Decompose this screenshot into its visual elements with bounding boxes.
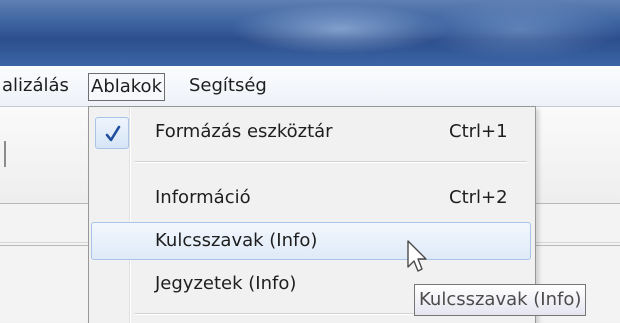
menu-visualization[interactable]: alizálás bbox=[0, 73, 71, 101]
menu-item-shortcut: Ctrl+2 bbox=[449, 187, 508, 208]
toolbar-separator bbox=[4, 141, 6, 167]
menu-separator bbox=[135, 161, 527, 163]
menu-item-label: Formázás eszköztár bbox=[155, 121, 333, 142]
mouse-pointer-icon bbox=[407, 240, 427, 272]
menu-item-format-toolbar[interactable]: Formázás eszköztár Ctrl+1 bbox=[91, 113, 531, 151]
window-titlebar bbox=[0, 0, 620, 66]
titlebar-glass-glow bbox=[230, 4, 450, 54]
menu-item-keywords-info[interactable]: Kulcsszavak (Info) bbox=[91, 222, 531, 260]
menu-help[interactable]: Segítség bbox=[187, 73, 269, 101]
menu-windows[interactable]: Ablakok bbox=[88, 73, 165, 101]
titlebar-glass-glow bbox=[420, 0, 620, 60]
menu-item-label: Információ bbox=[155, 187, 251, 208]
menu-item-label: Jegyzetek (Info) bbox=[155, 273, 297, 294]
menu-bar: alizálás Ablakok Segítség bbox=[0, 66, 620, 107]
checkmark-icon bbox=[105, 125, 121, 142]
menu-item-information[interactable]: Információ Ctrl+2 bbox=[91, 179, 531, 217]
check-indicator bbox=[95, 117, 129, 149]
menu-item-label: Kulcsszavak (Info) bbox=[155, 230, 318, 251]
menu-item-shortcut: Ctrl+1 bbox=[449, 121, 508, 142]
tooltip: Kulcsszavak (Info) bbox=[414, 284, 587, 316]
